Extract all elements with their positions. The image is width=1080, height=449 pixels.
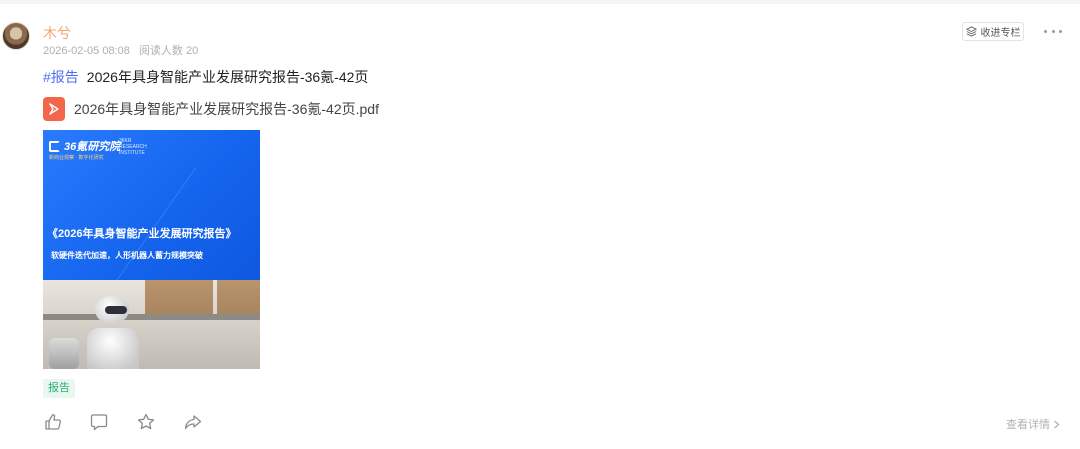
brand-tagline: 新商业观察 · 数字化研究 [49,155,104,161]
hashtag-link[interactable]: #报告 [43,69,79,85]
brand-english: 36KR RESEARCH INSTITUTE [119,138,147,156]
collect-to-column-button[interactable]: 收进专栏 [962,22,1024,41]
file-attachment[interactable]: 2026年具身智能产业发展研究报告-36氪-42页.pdf [43,97,379,121]
pdf-file-icon [43,97,65,121]
post-title-text: 2026年具身智能产业发展研究报告-36氪-42页 [86,69,369,85]
robot-visor [105,306,127,314]
avatar[interactable] [2,22,30,50]
more-options-button[interactable] [1044,24,1062,38]
more-dots-icon [1044,29,1047,33]
view-detail-label: 查看详情 [1006,419,1050,431]
robot-photo [43,280,260,369]
wood-panel [145,280,213,314]
file-name[interactable]: 2026年具身智能产业发展研究报告-36氪-42页.pdf [74,99,379,119]
post-date: 2026-02-05 08:08 [43,45,130,57]
collect-label: 收进专栏 [980,28,1021,39]
robot-body [87,328,139,369]
brand-name: 36氪研究院 [64,141,121,153]
wood-panel [217,280,260,314]
like-button[interactable] [43,412,63,432]
tag-badge[interactable]: 报告 [43,379,75,398]
share-button[interactable] [183,412,203,432]
view-detail-link[interactable]: 查看详情 [1006,416,1060,432]
robot-arm [49,338,79,369]
post-meta: 2026-02-05 08:08 阅读人数 20 [43,42,198,58]
star-icon [137,413,155,430]
cover-title: 《2026年具身智能产业发展研究报告》 [47,228,237,240]
share-icon [184,415,202,430]
brand-logo-icon [49,140,60,152]
report-cover-image[interactable]: 36氪研究院 36KR RESEARCH INSTITUTE 新商业观察 · 数… [43,130,260,369]
chevron-right-icon [1054,420,1060,428]
read-count: 阅读人数 20 [138,45,199,57]
post-title: #报告 2026年具身智能产业发展研究报告-36氪-42页 [43,67,368,87]
cover-subtitle: 软硬件迭代加速，人形机器人蓄力规模突破 [51,251,203,260]
layers-icon [965,26,977,37]
cover-brand: 36氪研究院 [49,138,120,154]
comment-button[interactable] [89,412,109,432]
shelf [43,314,260,320]
comment-icon [90,414,108,431]
top-divider [0,0,1080,4]
favorite-button[interactable] [136,412,156,432]
author-name[interactable]: 木兮 [43,23,71,43]
thumbs-up-icon [45,414,62,430]
